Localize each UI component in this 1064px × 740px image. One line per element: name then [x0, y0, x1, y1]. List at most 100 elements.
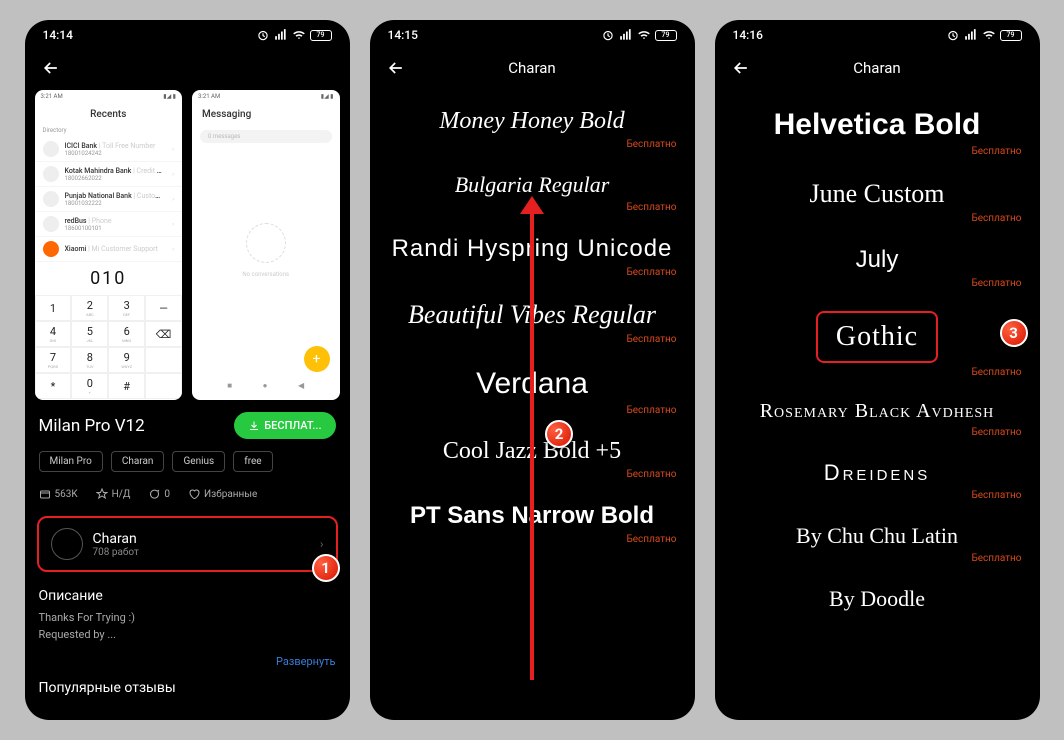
dialpad-key[interactable]: * [35, 373, 72, 399]
contact-avatar [43, 216, 59, 232]
empty-circle-icon [246, 223, 286, 263]
page-title: Charan [408, 59, 657, 77]
font-price: Бесплатно [729, 213, 1026, 228]
font-item[interactable]: GothicБесплатно3 [729, 293, 1026, 382]
compose-fab[interactable]: + [304, 346, 330, 372]
status-icons: 79 [601, 28, 677, 42]
tag[interactable]: Milan Pro [39, 451, 103, 472]
preview-recents[interactable]: 3:21 AM▮◢ ▮ Recents Directory ICICI Bank… [35, 90, 183, 400]
dialpad-key[interactable]: 8TUV [71, 347, 108, 373]
header: Charan [370, 46, 695, 90]
font-item[interactable]: JulyБесплатно [729, 228, 1026, 293]
font-name: Helvetica Bold [729, 90, 1026, 146]
contact-name: ICICI Bank | Toll Free Number [65, 142, 167, 150]
tag[interactable]: Charan [111, 451, 165, 472]
dialpad-key[interactable]: # [108, 373, 145, 399]
font-name: Money Honey Bold [384, 90, 681, 139]
preview-status-bar: 3:21 AM▮◢ ▮ [35, 90, 183, 103]
alarm-icon [946, 28, 960, 42]
back-button[interactable] [729, 56, 753, 80]
chevron-right-icon: › [172, 196, 174, 203]
callout-badge-3: 3 [1000, 319, 1028, 347]
dialpad-key[interactable]: 0+ [71, 373, 108, 399]
status-time: 14:16 [733, 28, 763, 42]
font-item[interactable]: DreidensБесплатно [729, 442, 1026, 505]
font-item[interactable]: Money Honey BoldБесплатно [384, 90, 681, 154]
preview-recents-title: Recents [35, 103, 183, 124]
signal-icon [274, 28, 288, 42]
empty-state: No conversations [192, 223, 340, 278]
wifi-icon [982, 28, 996, 42]
contact-row[interactable]: ICICI Bank | Toll Free Number 1800102424… [35, 137, 183, 162]
dialpad-key[interactable]: — [145, 295, 182, 321]
contact-name: Punjab National Bank | Customer... [65, 192, 167, 200]
contact-row[interactable]: Punjab National Bank | Customer... 18001… [35, 187, 183, 212]
font-list[interactable]: Helvetica BoldБесплатноJune CustomБеспла… [715, 90, 1040, 616]
expand-link[interactable]: Развернуть [25, 653, 350, 670]
font-item[interactable]: Helvetica BoldБесплатно [729, 90, 1026, 161]
font-item[interactable]: By Chu Chu LatinБесплатно [729, 505, 1026, 568]
chevron-right-icon: › [172, 221, 174, 228]
empty-text: No conversations [192, 271, 340, 278]
author-avatar [51, 528, 83, 560]
description-text: Thanks For Trying :)Requested by ... [39, 610, 336, 643]
author-name: Charan [93, 531, 139, 547]
theme-name: Milan Pro V12 [39, 416, 145, 436]
battery-icon: 79 [310, 30, 332, 41]
download-count-icon [39, 488, 51, 500]
contact-phone: 18600100101 [65, 225, 167, 232]
status-bar: 14:14 79 [25, 20, 350, 46]
back-button[interactable] [384, 56, 408, 80]
dialpad-key[interactable]: 2ABC [71, 295, 108, 321]
dialed-number: 010 [35, 262, 183, 295]
font-price: Бесплатно [729, 427, 1026, 442]
status-bar: 14:16 79 [715, 20, 1040, 46]
header [25, 46, 350, 90]
font-name: July [729, 228, 1026, 278]
chevron-right-icon: › [320, 537, 324, 551]
tag[interactable]: free [233, 451, 272, 472]
contact-row[interactable]: redBus | Phone 18600100101 › [35, 212, 183, 237]
contact-name: redBus | Phone [65, 217, 167, 225]
contact-row[interactable]: Kotak Mahindra Bank | Credit Car... 1800… [35, 162, 183, 187]
font-name: Dreidens [729, 442, 1026, 490]
contact-phone: 18001032222 [65, 200, 167, 207]
alarm-icon [601, 28, 615, 42]
battery-icon: 79 [1000, 30, 1022, 41]
font-item[interactable]: June CustomБесплатно [729, 161, 1026, 228]
tag[interactable]: Genius [172, 451, 225, 472]
stat-favorites[interactable]: Избранные [188, 488, 257, 500]
dialpad-key[interactable]: ⌫ [145, 321, 182, 347]
back-button[interactable] [39, 56, 63, 80]
contact-name: Xiaomi | Mi Customer Support [65, 245, 167, 253]
font-item[interactable]: By Doodle [729, 568, 1026, 616]
dialpad-key[interactable] [145, 373, 182, 399]
phone-screen-2: 14:15 79 Charan Money Honey BoldБесплатн… [370, 20, 695, 720]
download-label: БЕСПЛАТ... [264, 419, 321, 432]
contact-avatar [43, 141, 59, 157]
author-card[interactable]: Charan 708 работ › 1 [37, 516, 338, 572]
dialpad-key[interactable]: 9WXYZ [108, 347, 145, 373]
font-name: Bulgaria Regular [384, 154, 681, 202]
author-info: Charan 708 работ [93, 531, 139, 558]
status-time: 14:15 [388, 28, 418, 42]
dialpad-key[interactable]: 3DEF [108, 295, 145, 321]
font-name: Gothic [729, 293, 1026, 367]
font-price: Бесплатно [729, 490, 1026, 505]
download-button[interactable]: БЕСПЛАТ... [234, 412, 335, 439]
author-works: 708 работ [93, 547, 139, 558]
font-name: June Custom [729, 161, 1026, 213]
preview-messaging[interactable]: 3:21 AM▮◢ ▮ Messaging 0 messages No conv… [192, 90, 340, 400]
contact-avatar [43, 241, 59, 257]
contact-row[interactable]: Xiaomi | Mi Customer Support › [35, 237, 183, 262]
dialpad-key[interactable]: 4GHI [35, 321, 72, 347]
star-icon [96, 488, 108, 500]
dialpad-key[interactable]: 5JKL [71, 321, 108, 347]
font-item[interactable]: Rosemary Black AvdheshБесплатно [729, 382, 1026, 442]
dialpad-key[interactable]: 7PQRS [35, 347, 72, 373]
dialpad-key[interactable] [145, 347, 182, 373]
contact-phone: 18002662022 [65, 175, 167, 182]
dialpad-key[interactable]: 1 [35, 295, 72, 321]
chevron-right-icon: › [172, 146, 174, 153]
dialpad-key[interactable]: 6MNO [108, 321, 145, 347]
